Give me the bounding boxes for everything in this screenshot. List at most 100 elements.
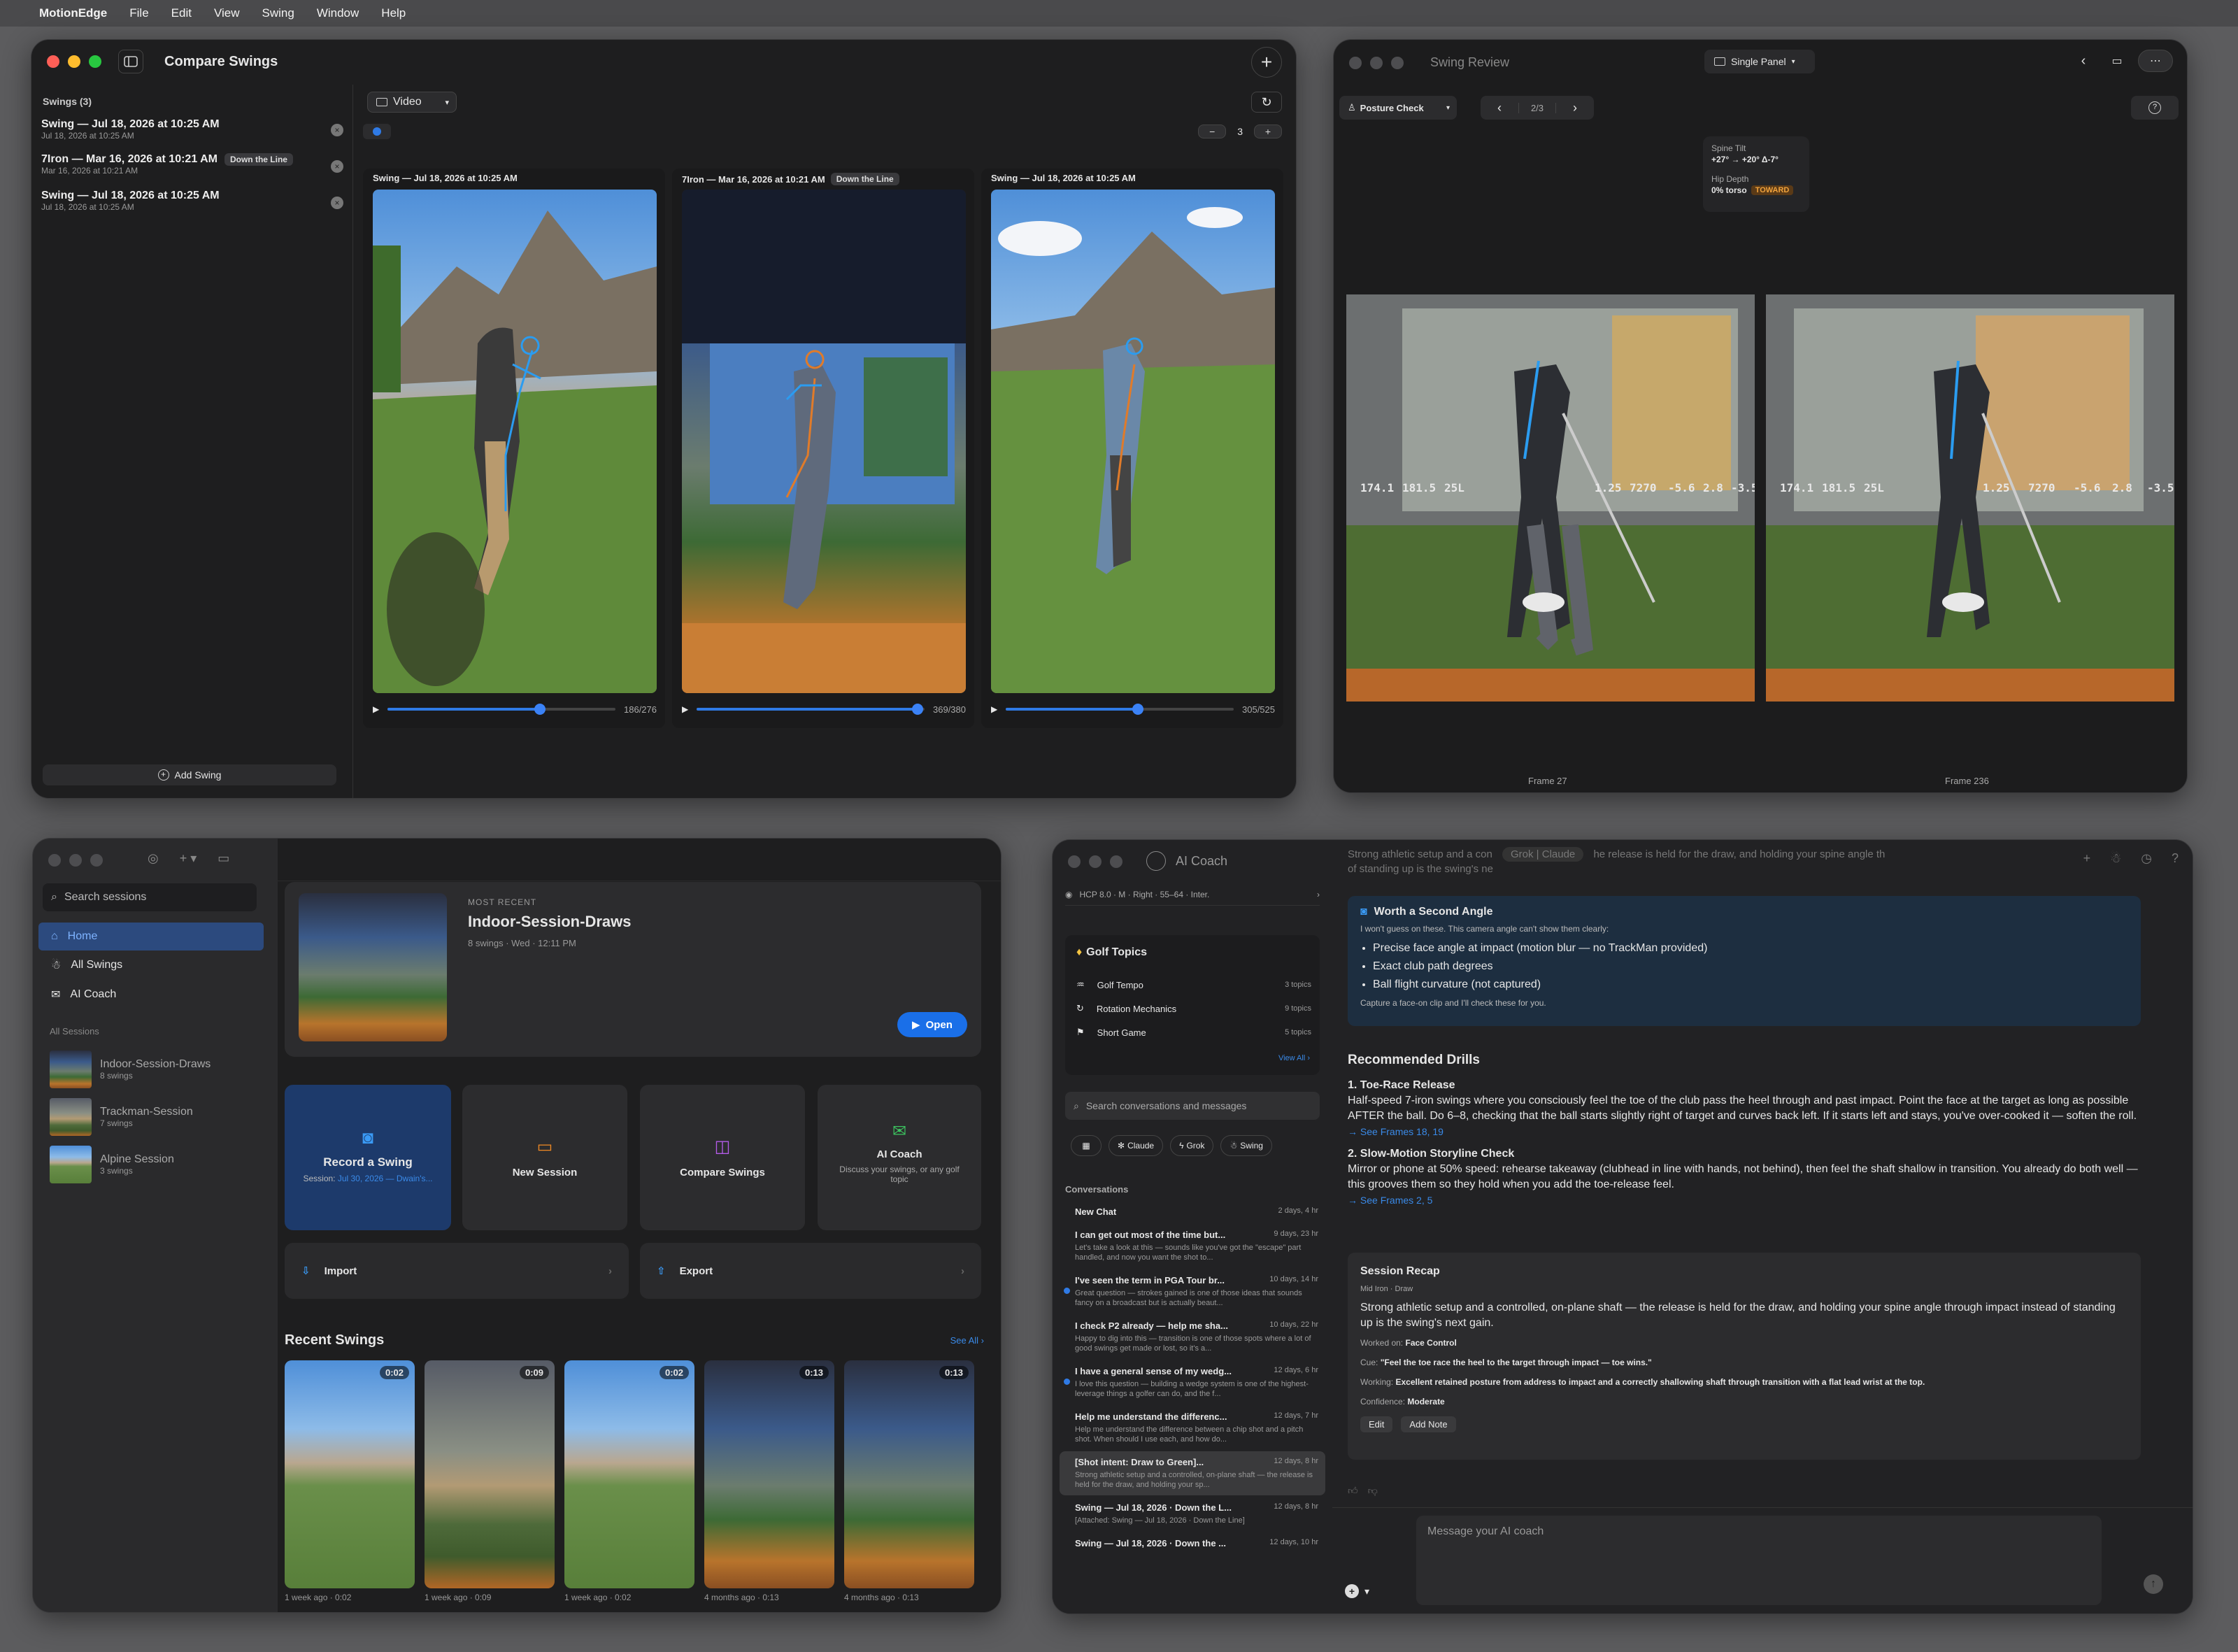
compare-swings-card[interactable]: ◫ Compare Swings [640, 1085, 805, 1230]
refresh-icon[interactable]: ↻ [1251, 92, 1282, 113]
add-icon[interactable]: + [1251, 47, 1282, 78]
filter-swing[interactable]: ☃ Swing [1220, 1135, 1272, 1156]
increase-button[interactable]: + [1254, 124, 1282, 138]
message-input[interactable]: Message your AI coach [1416, 1516, 2102, 1605]
filter-grok[interactable]: ϟ Grok [1170, 1135, 1214, 1156]
zoom-button[interactable] [90, 854, 103, 867]
minimize-button[interactable] [1089, 855, 1102, 868]
info-icon[interactable]: ? [2131, 96, 2179, 120]
conversation-item[interactable]: New Chat 2 days, 4 hr [1060, 1201, 1325, 1223]
sidebar-toggle-button[interactable] [118, 50, 143, 73]
close-button[interactable] [1349, 57, 1362, 69]
help-icon[interactable]: ? [2172, 851, 2179, 866]
conversation-item[interactable]: Swing — Jul 18, 2026 · Down the ... 12 da… [1060, 1532, 1325, 1554]
add-swing-button[interactable]: + Add Swing [43, 764, 336, 785]
minimize-button[interactable] [68, 55, 80, 68]
play-icon[interactable]: ▶ [991, 704, 997, 714]
calendar-filter-icon[interactable]: ▦ [1071, 1135, 1102, 1156]
play-icon[interactable]: ▶ [682, 704, 688, 714]
filter-claude[interactable]: ✻ Claude [1109, 1135, 1164, 1156]
session-item[interactable]: Indoor-Session-Draws 8 swings [50, 1046, 259, 1093]
minimize-button[interactable] [1370, 57, 1383, 69]
zoom-button[interactable] [1110, 855, 1122, 868]
frames-link[interactable]: → See Frames 2, 5 [1348, 1192, 2141, 1208]
more-icon[interactable]: ⋯ [2138, 50, 2173, 72]
sidebar-icon[interactable]: ▭ [218, 851, 229, 866]
conversation-item[interactable]: [Shot intent: Draw to Green]... 12 days, … [1060, 1451, 1325, 1495]
chat-bubble-icon[interactable]: ▭ [2103, 50, 2131, 72]
layout-select[interactable]: Single Panel ▾ [1704, 50, 1815, 73]
swing-video-frame[interactable] [373, 190, 657, 693]
add-note-button[interactable]: Add Note [1401, 1416, 1456, 1432]
swing-thumbnail[interactable]: 0:13 [844, 1360, 974, 1588]
edit-button[interactable]: Edit [1360, 1416, 1393, 1432]
record-swing-card[interactable]: ◙ Record a Swing Session: Jul 30, 2026 —… [285, 1085, 451, 1230]
swing-video-frame[interactable] [682, 190, 966, 693]
nav-home[interactable]: ⌂ Home [38, 923, 264, 950]
close-button[interactable] [47, 55, 59, 68]
golfer-icon[interactable]: ☃ [2110, 851, 2121, 866]
import-row[interactable]: ⇩ Import › [285, 1243, 629, 1299]
swing-thumbnail[interactable]: 0:02 [285, 1360, 415, 1588]
scrubber[interactable] [1006, 704, 1234, 715]
new-session-card[interactable]: ▭ New Session [462, 1085, 627, 1230]
most-recent-card[interactable]: MOST RECENT Indoor-Session-Draws 8 swing… [285, 882, 981, 1057]
topic-row[interactable]: ↻ Rotation Mechanics 9 topics [1076, 997, 1311, 1020]
filter-icon[interactable]: ◎ [148, 851, 159, 866]
conversation-item[interactable]: I have a general sense of my wedg... 12 d… [1060, 1360, 1325, 1404]
menu-window[interactable]: Window [317, 6, 359, 20]
swing-list-item[interactable]: 7Iron — Mar 16, 2026 at 10:21 AM Down the… [38, 149, 346, 185]
swing-list-item[interactable]: Swing — Jul 18, 2026 at 10:25 AM Jul 18,… [38, 185, 346, 222]
chevron-down-icon[interactable]: ▾ [1364, 1586, 1369, 1597]
see-all-link[interactable]: See All › [950, 1335, 984, 1346]
prev-button[interactable]: ‹ [1481, 101, 1518, 115]
model-switcher[interactable]: Grok | Claude [1502, 847, 1584, 862]
history-icon[interactable]: ◷ [2141, 851, 2152, 866]
ai-coach-card[interactable]: ✉ AI Coach Discuss your swings, or any g… [818, 1085, 981, 1230]
remove-icon[interactable]: × [331, 197, 343, 209]
menu-view[interactable]: View [214, 6, 240, 20]
next-button[interactable]: › [1556, 101, 1594, 115]
session-item[interactable]: Alpine Session 3 swings [50, 1141, 259, 1188]
open-button[interactable]: ▶ Open [897, 1012, 967, 1037]
close-button[interactable] [48, 854, 61, 867]
remove-icon[interactable]: × [331, 124, 343, 136]
swing-thumbnail[interactable]: 0:13 [704, 1360, 834, 1588]
conversation-item[interactable]: I can get out most of the time but... 9 d… [1060, 1224, 1325, 1268]
view-all-link[interactable]: View All › [1278, 1054, 1310, 1062]
review-frame-right[interactable]: 174.1 181.5 25L 1.25 7270 -5.6 2.8 -3.5 [1766, 294, 2174, 702]
search-sessions-field[interactable]: ⌕ Search sessions [43, 883, 257, 911]
topic-row[interactable]: ⚑ Short Game 5 topics [1076, 1020, 1311, 1044]
back-icon[interactable]: ‹ [2071, 50, 2096, 72]
add-menu-icon[interactable]: + ▾ [180, 851, 197, 866]
model-claude[interactable]: Claude [1542, 848, 1576, 860]
frames-link[interactable]: → See Frames 18, 19 [1348, 1124, 2141, 1139]
profile-row[interactable]: ◉ HCP 8.0 · M · Right · 55–64 · Inter. › [1065, 883, 1320, 906]
play-icon[interactable]: ▶ [373, 704, 379, 714]
conversation-item[interactable]: I check P2 already — help me sha... 10 da… [1060, 1315, 1325, 1359]
menu-edit[interactable]: Edit [171, 6, 192, 20]
nav-all-swings[interactable]: ☃ All Swings [38, 950, 264, 980]
decrease-button[interactable]: − [1198, 124, 1227, 138]
menu-swing[interactable]: Swing [262, 6, 294, 20]
swing-video-frame[interactable] [991, 190, 1275, 693]
close-button[interactable] [1068, 855, 1081, 868]
menu-help[interactable]: Help [381, 6, 406, 20]
export-row[interactable]: ⇧ Export › [640, 1243, 981, 1299]
menu-file[interactable]: File [129, 6, 148, 20]
model-grok[interactable]: Grok [1511, 848, 1534, 860]
zoom-button[interactable] [89, 55, 101, 68]
zoom-button[interactable] [1391, 57, 1404, 69]
nav-ai-coach[interactable]: ✉ AI Coach [38, 980, 264, 1009]
swing-thumbnail[interactable]: 0:09 [425, 1360, 555, 1588]
thumbs-down-icon[interactable]: 👎︎ [1368, 1485, 1378, 1497]
menu-app-name[interactable]: MotionEdge [39, 6, 107, 20]
view-mode-select[interactable]: Video ▾ [367, 92, 457, 113]
review-frame-left[interactable]: 174.1 181.5 25L 1.25 7270 -5.6 2.8 -3.5 [1346, 294, 1755, 702]
sync-toggle[interactable] [363, 124, 391, 139]
conversation-item[interactable]: Help me understand the differenc... 12 da… [1060, 1406, 1325, 1450]
scrubber[interactable] [697, 704, 925, 715]
session-item[interactable]: Trackman-Session 7 swings [50, 1093, 259, 1141]
conversation-search[interactable]: ⌕ Search conversations and messages [1065, 1092, 1320, 1120]
topic-row[interactable]: ♒ Golf Tempo 3 topics [1076, 973, 1311, 997]
